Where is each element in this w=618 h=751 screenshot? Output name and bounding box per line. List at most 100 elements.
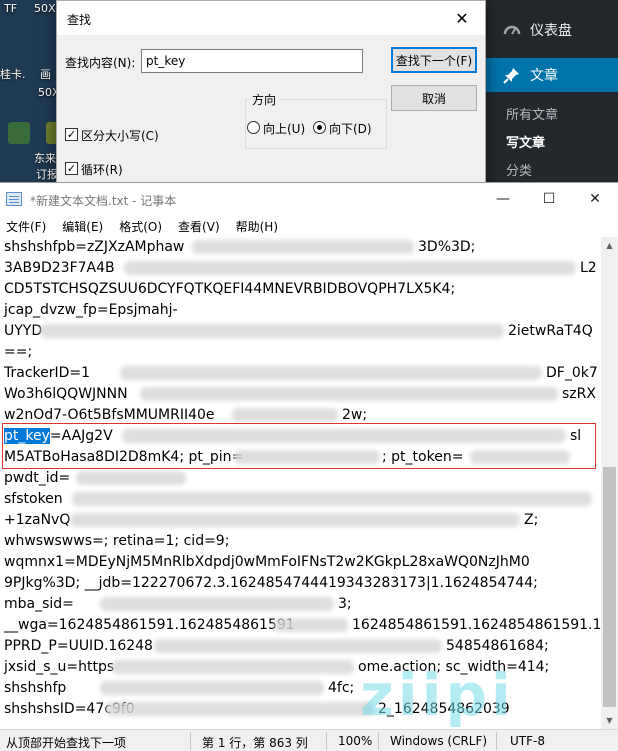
search-label: 查找内容(N): bbox=[65, 56, 136, 70]
dashboard-icon bbox=[502, 20, 522, 40]
text-line-tail: 3; bbox=[338, 596, 352, 612]
text-line-tail: DF_0k7 bbox=[546, 365, 598, 381]
menu-bar: 文件(F) 编辑(E) 格式(O) 查看(V) 帮助(H) bbox=[0, 215, 618, 237]
text-line: jcap_dvzw_fp=Epsjmahj- bbox=[4, 302, 178, 318]
redaction-blur bbox=[192, 240, 414, 254]
notepad-titlebar[interactable]: *新建文本文档.txt - 记事本 — ☐ ✕ bbox=[0, 183, 618, 215]
find-next-button[interactable]: 查找下一个(F) bbox=[391, 47, 477, 73]
redaction-blur bbox=[100, 681, 324, 695]
redaction-blur bbox=[232, 408, 338, 422]
menu-edit[interactable]: 编辑(E) bbox=[62, 218, 103, 235]
text-line: TrackerID=1 bbox=[4, 365, 91, 381]
text-line-tail: 2ietwRaT4Q bbox=[508, 323, 593, 339]
menu-help[interactable]: 帮助(H) bbox=[236, 218, 278, 235]
window-title: *新建文本文档.txt - 记事本 bbox=[30, 194, 177, 208]
search-input[interactable] bbox=[141, 49, 363, 73]
match-case-checkbox[interactable]: ✓ bbox=[65, 128, 78, 141]
desktop-icon-label: 桂卡. bbox=[0, 68, 26, 81]
annotation-highlight-box bbox=[2, 423, 596, 469]
watermark-logo: ziipi bbox=[360, 661, 515, 729]
pin-icon bbox=[502, 65, 522, 85]
status-zoom: 100% bbox=[338, 734, 373, 748]
find-dialog-title: 查找 bbox=[67, 13, 92, 27]
redaction-blur bbox=[120, 366, 542, 380]
redaction-blur bbox=[72, 492, 592, 506]
text-line-tail: Z; bbox=[524, 512, 539, 528]
text-line: UYYD bbox=[4, 323, 43, 339]
sidebar-subitem-all-posts[interactable]: 所有文章 bbox=[506, 104, 558, 123]
text-line-tail: L2 bbox=[580, 260, 597, 276]
text-line: pwdt_id= bbox=[4, 470, 71, 486]
status-separator bbox=[378, 732, 379, 750]
match-case-label[interactable]: 区分大小写(C) bbox=[81, 127, 159, 144]
text-line-tail: 2w; bbox=[342, 407, 368, 423]
text-line-tail: 54854861684; bbox=[446, 638, 549, 654]
redaction-blur bbox=[70, 513, 520, 527]
menu-file[interactable]: 文件(F) bbox=[6, 218, 46, 235]
redaction-blur bbox=[40, 324, 504, 338]
sidebar-item-dashboard[interactable]: 仪表盘 bbox=[486, 18, 618, 42]
direction-up-label[interactable]: 向上(U) bbox=[263, 120, 305, 137]
status-encoding: UTF-8 bbox=[510, 734, 545, 748]
text-line-tail: 1624854861591.1624854861591.1.1; bbox=[352, 617, 601, 633]
text-line: +1zaNvQ bbox=[4, 512, 71, 528]
maximize-icon[interactable]: ☐ bbox=[526, 183, 572, 215]
desktop-icon-label: 订报 bbox=[36, 168, 58, 181]
text-line: whwswswws=; retina=1; cid=9; bbox=[4, 533, 230, 549]
text-line-tail: 4fc; bbox=[328, 680, 355, 696]
close-icon[interactable]: ✕ bbox=[439, 1, 485, 35]
text-line: ==; bbox=[4, 344, 33, 360]
wrap-around-checkbox[interactable]: ✓ bbox=[65, 162, 78, 175]
desktop-icon-label: 东来 bbox=[34, 152, 56, 165]
notepad-icon bbox=[6, 192, 22, 206]
sidebar-item-label: 仪表盘 bbox=[530, 23, 572, 39]
sidebar-item-posts[interactable]: 文章 bbox=[486, 58, 618, 92]
redaction-blur bbox=[140, 387, 558, 401]
status-position: 第 1 行，第 863 列 bbox=[202, 736, 308, 750]
text-line: 3AB9D23F7A4B bbox=[4, 260, 115, 276]
text-line: __wga=1624854861591.1624854861591 bbox=[4, 617, 295, 633]
cancel-button[interactable]: 取消 bbox=[391, 85, 477, 111]
text-editor[interactable]: shshshfpb=zZJXzAMphaw 3D%3D; 3AB9D23F7A4… bbox=[0, 237, 601, 729]
menu-format[interactable]: 格式(O) bbox=[119, 218, 162, 235]
direction-label: 方向 bbox=[249, 91, 280, 108]
desktop-icon-label: TF bbox=[4, 2, 18, 15]
desktop-icon-label: 画 bbox=[40, 68, 51, 81]
text-line: mba_sid= bbox=[4, 596, 74, 612]
redaction-blur bbox=[106, 702, 374, 716]
direction-down-radio[interactable] bbox=[313, 121, 326, 134]
redaction-blur bbox=[154, 639, 442, 653]
minimize-icon[interactable]: — bbox=[480, 183, 526, 215]
sidebar-subitem-write-post[interactable]: 写文章 bbox=[506, 132, 545, 151]
redaction-blur bbox=[100, 597, 334, 611]
text-line-tail: szRX bbox=[562, 386, 596, 402]
menu-view[interactable]: 查看(V) bbox=[178, 218, 220, 235]
status-mode: 从顶部开始查找下一项 bbox=[6, 736, 127, 750]
find-dialog-titlebar[interactable]: 查找 ✕ bbox=[57, 1, 485, 35]
admin-sidebar: 仪表盘 文章 所有文章 写文章 分类 bbox=[486, 0, 618, 190]
scroll-up-icon[interactable]: ▲ bbox=[601, 237, 618, 254]
vertical-scrollbar[interactable]: ▲ ▼ bbox=[601, 237, 618, 729]
desktop-app-icon[interactable] bbox=[8, 122, 30, 144]
status-bar: 从顶部开始查找下一项 第 1 行，第 863 列 100% Windows (C… bbox=[0, 729, 618, 751]
direction-down-label[interactable]: 向下(D) bbox=[329, 120, 372, 137]
status-separator bbox=[496, 732, 497, 750]
desktop-icon-label: 50X bbox=[34, 2, 56, 15]
close-icon[interactable]: ✕ bbox=[572, 183, 618, 215]
text-line: w2nOd7-O6t5BfsMMUMRII40e bbox=[4, 407, 215, 423]
text-line: 9PJkg%3D; __jdb=122270672.3.162485474441… bbox=[4, 575, 538, 591]
find-dialog: 查找 ✕ 查找内容(N): 查找下一个(F) 取消 方向 向上(U) 向下(D)… bbox=[56, 0, 486, 190]
text-line: PPRD_P=UUID.16248 bbox=[4, 638, 153, 654]
redaction-blur bbox=[124, 261, 576, 275]
text-line: shshshfpb=zZJXzAMphaw bbox=[4, 239, 185, 255]
status-separator bbox=[190, 732, 191, 750]
text-line-tail: 3D%3D; bbox=[418, 239, 476, 255]
text-line: shshshfp bbox=[4, 680, 67, 696]
sidebar-subitem-categories[interactable]: 分类 bbox=[506, 160, 532, 179]
text-line: sfstoken bbox=[4, 491, 63, 507]
text-line: wqmnx1=MDEyNjM5MnRlbXdpdj0wMmFoIFNsT2w2K… bbox=[4, 554, 530, 570]
direction-up-radio[interactable] bbox=[247, 121, 260, 134]
text-line: CD5TSTCHSQZSUU6DCYFQTKQEFI44MNEVRBIDBOVQ… bbox=[4, 281, 456, 297]
wrap-around-label[interactable]: 循环(R) bbox=[81, 161, 123, 178]
redaction-blur bbox=[112, 660, 354, 674]
